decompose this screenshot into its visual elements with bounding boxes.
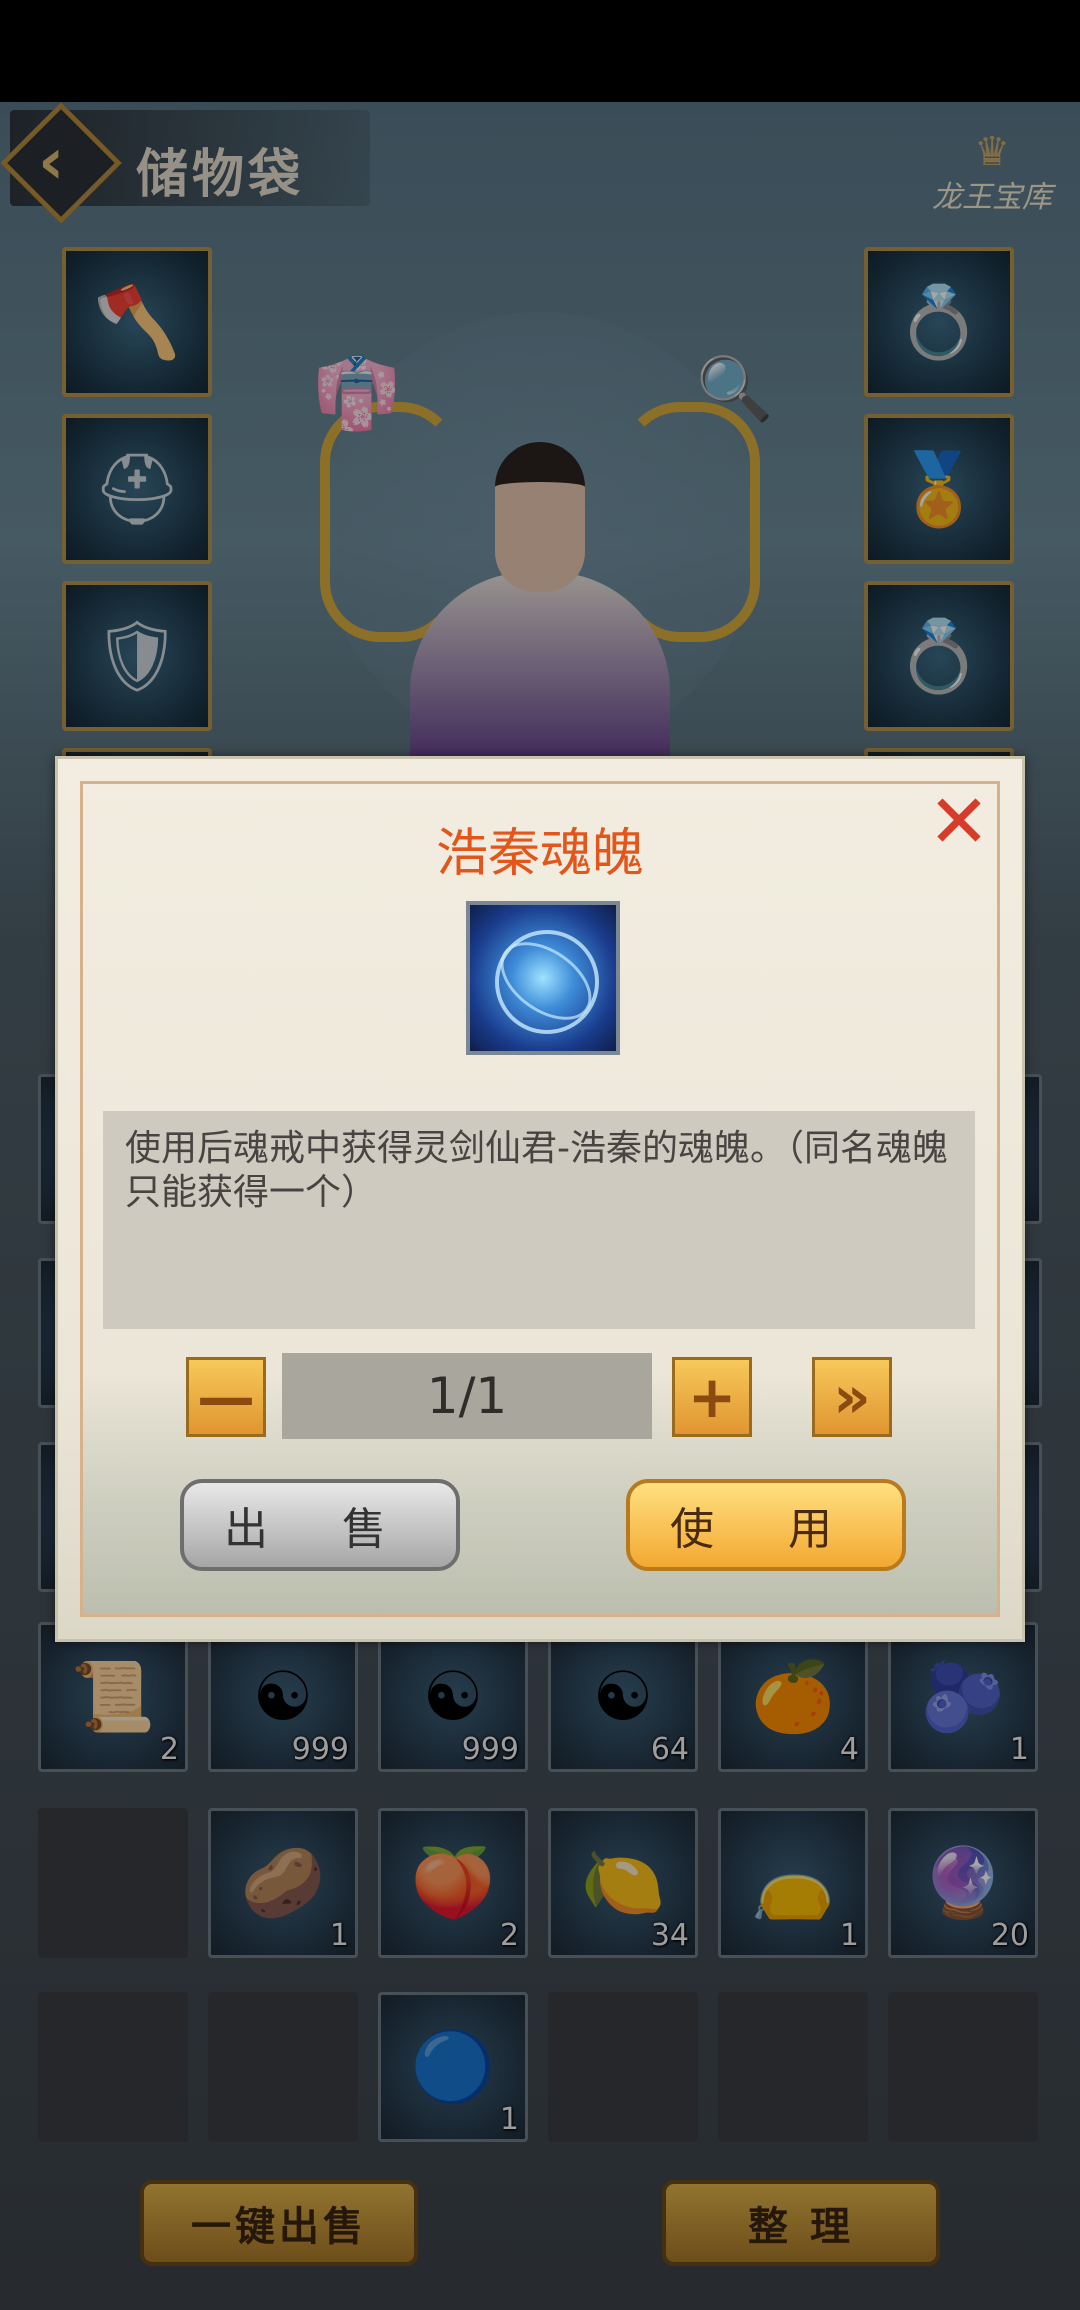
item-count: 1 — [499, 2102, 519, 2137]
inventory-slot[interactable]: 🫐 1 — [888, 1622, 1038, 1772]
item-count: 2 — [499, 1918, 519, 1953]
inventory-slot-empty[interactable] — [888, 1992, 1038, 2142]
item-count: 1 — [329, 1918, 349, 1953]
equip-slot-gold-ring[interactable]: 💍 — [864, 581, 1014, 731]
item-title: 浩秦魂魄 — [435, 824, 644, 884]
inventory-slot-empty[interactable] — [208, 1992, 358, 2142]
inventory-slot-empty[interactable] — [38, 1992, 188, 2142]
item-detail-dialog: 浩秦魂魄 ✕ 使用后魂戒中获得灵剑仙君-浩秦的魂魄。（同名魂魄只能获得一个） —… — [55, 756, 1025, 1642]
item-count: 2 — [159, 1732, 179, 1767]
inventory-slot[interactable]: ☯ 999 — [378, 1622, 528, 1772]
equip-slot-pendant[interactable]: 🏅 — [864, 414, 1014, 564]
logo-label: 龙王宝库 — [932, 180, 1052, 215]
inventory-slot[interactable]: 🍋 34 — [548, 1808, 698, 1958]
arrange-button[interactable]: 整 理 — [662, 2180, 940, 2266]
inventory-slot-empty[interactable] — [718, 1992, 868, 2142]
axe-icon: 🪓 — [93, 280, 181, 363]
inventory-slot[interactable]: 🔮 20 — [888, 1808, 1038, 1958]
page-title: 储物袋 — [136, 144, 305, 205]
item-count: 999 — [291, 1732, 349, 1767]
inventory-slot[interactable]: 📜 2 — [38, 1622, 188, 1772]
item-count: 1 — [839, 1918, 859, 1953]
helmet-icon: ⛑ — [92, 447, 182, 530]
quantity-display: 1/1 — [282, 1353, 652, 1439]
item-count: 1 — [1009, 1732, 1029, 1767]
sell-all-button[interactable]: 一键出售 — [140, 2180, 418, 2266]
increase-button[interactable]: + — [672, 1357, 752, 1437]
inventory-slot[interactable]: 🍑 2 — [378, 1808, 528, 1958]
zoom-icon[interactable]: 🔍 — [696, 352, 773, 426]
item-count: 4 — [839, 1732, 859, 1767]
use-button[interactable]: 使 用 — [626, 1479, 906, 1571]
dragon-icon: ♛ — [974, 129, 1010, 175]
item-description: 使用后魂戒中获得灵剑仙君-浩秦的魂魄。（同名魂魄只能获得一个） — [103, 1111, 975, 1329]
equip-slot-armor[interactable]: 🛡 — [62, 581, 212, 731]
ring-icon: 💍 — [895, 280, 983, 363]
inventory-slot-empty[interactable] — [548, 1992, 698, 2142]
gold-ring-icon: 💍 — [895, 614, 983, 697]
item-count: 34 — [650, 1918, 689, 1953]
armor-icon: 🛡 — [92, 614, 182, 697]
chevron-left-icon: ‹ — [38, 125, 65, 199]
item-count: 64 — [650, 1732, 689, 1767]
item-count: 999 — [461, 1732, 519, 1767]
right-wing — [620, 402, 760, 642]
inventory-slot[interactable]: ☯ 64 — [548, 1622, 698, 1772]
close-icon[interactable]: ✕ — [924, 785, 994, 859]
equip-slot-ring[interactable]: 💍 — [864, 247, 1014, 397]
sell-button[interactable]: 出 售 — [180, 1479, 460, 1571]
equip-slot-weapon[interactable]: 🪓 — [62, 247, 212, 397]
decrease-button[interactable]: — — [186, 1357, 266, 1437]
dragon-king-logo[interactable]: ♛ 龙王宝库 — [922, 132, 1062, 222]
inventory-slot[interactable]: 🔵 1 — [378, 1992, 528, 2142]
inventory-slot-empty[interactable] — [38, 1808, 188, 1958]
robe-icon[interactable]: 👘 — [313, 352, 400, 435]
soul-orb-icon — [466, 901, 620, 1055]
item-count: 20 — [990, 1918, 1029, 1953]
character-head — [495, 442, 585, 592]
inventory-slot[interactable]: 🍊 4 — [718, 1622, 868, 1772]
inventory-slot[interactable]: 🥔 1 — [208, 1808, 358, 1958]
left-wing — [320, 402, 460, 642]
inventory-slot[interactable]: ☯ 999 — [208, 1622, 358, 1772]
max-quantity-button[interactable]: » — [812, 1357, 892, 1437]
pendant-icon: 🏅 — [895, 447, 983, 530]
equip-slot-helmet[interactable]: ⛑ — [62, 414, 212, 564]
inventory-slot[interactable]: 👝 1 — [718, 1808, 868, 1958]
